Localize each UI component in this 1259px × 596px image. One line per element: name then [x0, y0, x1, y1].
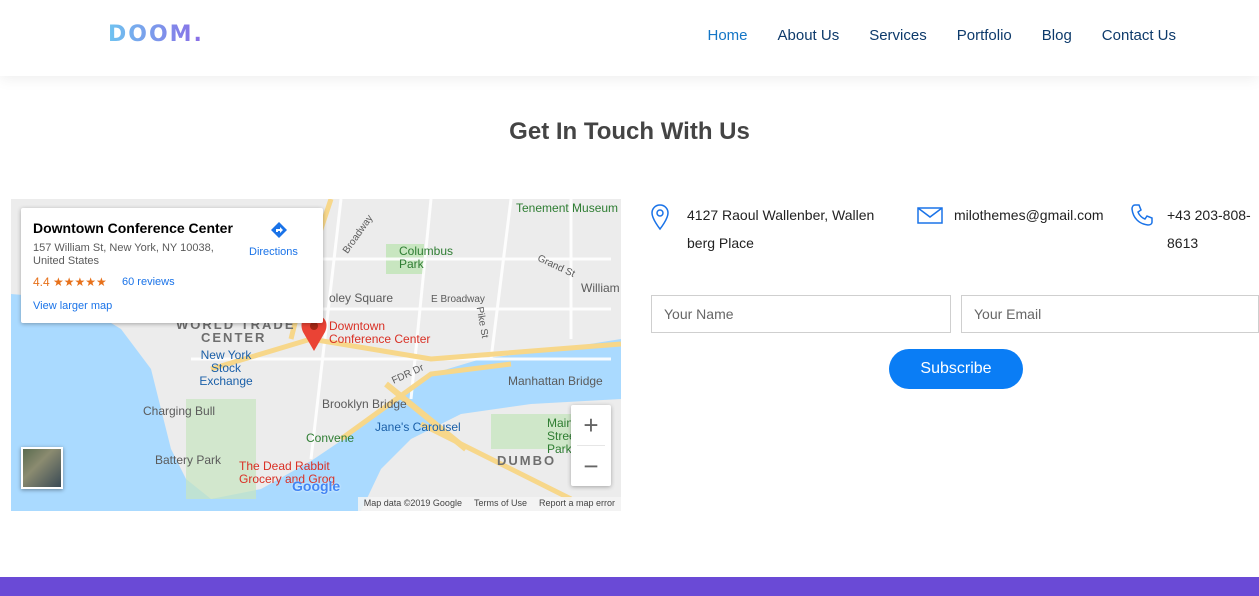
- map-label-foley: oley Square: [329, 291, 394, 305]
- nav-services[interactable]: Services: [869, 27, 927, 44]
- main-nav: Home About Us Services Portfolio Blog Co…: [707, 27, 1176, 44]
- nav-about-us[interactable]: About Us: [778, 27, 840, 44]
- nav-home[interactable]: Home: [707, 27, 747, 44]
- map-label-brooklyn-bridge: Brooklyn Bridge: [322, 397, 407, 411]
- map-label-janes: Jane's Carousel: [375, 420, 461, 434]
- google-map[interactable]: WORLD TRADE CENTER Tenement Museum Colum…: [11, 199, 621, 511]
- satellite-toggle[interactable]: [21, 447, 63, 489]
- map-label-charging-bull: Charging Bull: [143, 404, 216, 418]
- google-logo: Google: [292, 478, 341, 494]
- map-label-manhattan-bridge: Manhattan Bridge: [508, 374, 603, 388]
- map-label-downtown: Downtown Conference Center: [329, 319, 431, 346]
- map-label-battery: Battery Park: [155, 453, 222, 467]
- zoom-out-button[interactable]: −: [571, 446, 611, 486]
- email-input[interactable]: Your Email: [961, 295, 1259, 333]
- map-label-tenement: Tenement Museum: [516, 201, 619, 215]
- map-label-nyse: New York Stock Exchange: [199, 348, 253, 388]
- directions-link[interactable]: Directions: [249, 246, 298, 258]
- section-title: Get In Touch With Us: [509, 118, 750, 145]
- map-label-convene: Convene: [306, 431, 355, 445]
- map-footer: Map data ©2019 Google Terms of Use Repor…: [357, 497, 621, 511]
- map-label-dumbo: DUMBO: [497, 453, 557, 468]
- zoom-control: + −: [571, 405, 611, 486]
- place-rating: 4.4 ★★★★★: [33, 275, 107, 289]
- nav-blog[interactable]: Blog: [1042, 27, 1072, 44]
- footer-band: [0, 577, 1259, 596]
- name-input[interactable]: Your Name: [651, 295, 951, 333]
- map-label-william: William: [581, 281, 620, 295]
- mail-icon: [917, 205, 943, 234]
- place-info-card: Downtown Conference Center 157 William S…: [21, 208, 323, 323]
- address-line-2: berg Place: [687, 235, 754, 251]
- place-address: 157 William St, New York, NY 10038, Unit…: [33, 242, 214, 267]
- subscribe-button[interactable]: Subscribe: [889, 349, 1023, 389]
- view-larger-map-link[interactable]: View larger map: [33, 300, 112, 312]
- reviews-link[interactable]: 60 reviews: [122, 276, 175, 288]
- zoom-in-button[interactable]: +: [571, 405, 611, 445]
- map-data-credit: Map data ©2019 Google: [363, 498, 462, 508]
- map-label-center: CENTER: [201, 330, 267, 345]
- terms-link[interactable]: Terms of Use: [474, 498, 527, 510]
- map-label-e-broadway: E Broadway: [431, 294, 485, 305]
- phone-line-2[interactable]: 8613: [1167, 229, 1259, 257]
- map-label-columbus: Columbus Park: [399, 244, 454, 271]
- nav-portfolio[interactable]: Portfolio: [957, 27, 1012, 44]
- phone-icon: [1130, 203, 1154, 236]
- logo[interactable]: DOOM.: [108, 22, 204, 47]
- report-error-link[interactable]: Report a map error: [539, 498, 615, 510]
- email-address[interactable]: milothemes@gmail.com: [954, 201, 1104, 229]
- nav-contact-us[interactable]: Contact Us: [1102, 27, 1176, 44]
- phone-line-1[interactable]: +43 203-808-: [1167, 201, 1259, 229]
- location-pin-icon: [650, 203, 670, 240]
- address-line-1: 4127 Raoul Wallenber, Wallen: [687, 207, 875, 223]
- site-header: DOOM. Home About Us Services Portfolio B…: [0, 0, 1259, 76]
